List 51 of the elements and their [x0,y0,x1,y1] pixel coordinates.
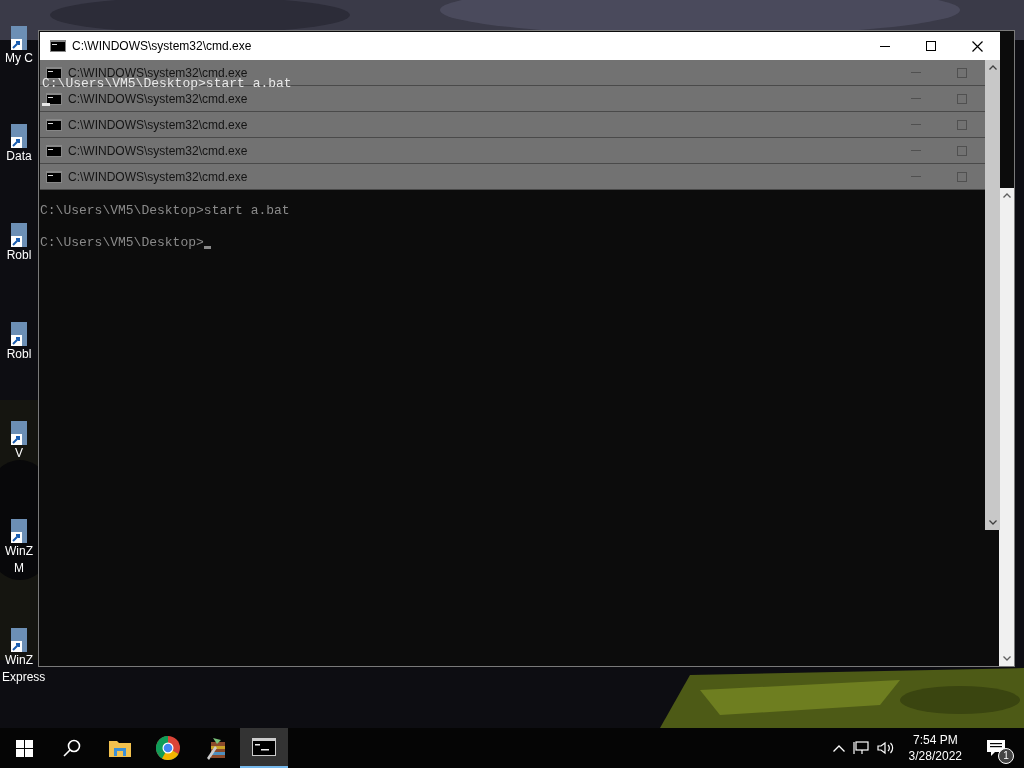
text-cursor [42,103,50,106]
icon-label: Robl [5,346,33,363]
window-title: C:\WINDOWS\system32\cmd.exe [68,90,249,108]
notification-count: 1 [998,748,1014,764]
taskbar-button[interactable] [240,728,288,768]
folder-icon [109,739,131,757]
speaker-icon[interactable] [876,741,895,755]
window-title: C:\WINDOWS\system32\cmd.exe [68,116,249,134]
icon-label: WinZ [4,652,34,669]
shortcut-icon[interactable] [9,26,27,50]
window-title: C:\WINDOWS\system32\cmd.exe [68,142,249,160]
shortcut-icon[interactable] [9,519,27,543]
close-icon[interactable] [971,40,983,52]
console-line: C:\Users\VM5\Desktop>start a.bat [40,203,290,219]
terminal-icon [46,66,62,79]
window-title: C:\WINDOWS\system32\cmd.exe [72,38,253,55]
icon-label: M [13,560,25,577]
shortcut-icon[interactable] [9,223,27,247]
shortcut-icon[interactable] [9,322,27,346]
shortcut-icon[interactable] [9,421,27,445]
date-label: 3/28/2022 [908,748,962,764]
chevron-down-icon[interactable] [1002,656,1011,661]
clock[interactable]: 7:54 PM 3/28/2022 [902,732,968,764]
window-title: C:\WINDOWS\system32\cmd.exe [68,64,249,80]
icon-label: V [14,445,24,462]
window-title: C:\WINDOWS\system32\cmd.exe [68,168,249,186]
terminal-icon [50,40,66,52]
shortcut-icon[interactable] [9,628,27,652]
chevron-down-icon[interactable] [988,520,997,525]
terminal-icon [252,738,276,756]
archive-icon [205,736,227,760]
network-icon[interactable] [852,741,869,755]
scrollbar[interactable] [999,188,1014,666]
scrollbar[interactable] [985,60,1000,530]
search-icon [63,739,81,757]
windows-logo-icon [15,739,33,757]
time-label: 7:54 PM [912,732,958,748]
icon-label: Data [5,148,33,165]
console-line: C:\Users\VM5\Desktop> [40,235,204,251]
browser-icon [156,736,180,760]
terminal-icon [46,170,62,183]
text-cursor [203,246,211,249]
icon-label: My C [4,50,34,67]
icon-label: Robl [5,247,33,264]
terminal-icon [46,144,62,157]
terminal-icon [46,118,62,131]
shortcut-icon[interactable] [9,124,27,148]
icon-label: WinZ [4,543,34,560]
chevron-up-icon[interactable] [988,65,997,70]
terminal-icon [46,92,62,105]
icon-label: Express [2,669,46,686]
